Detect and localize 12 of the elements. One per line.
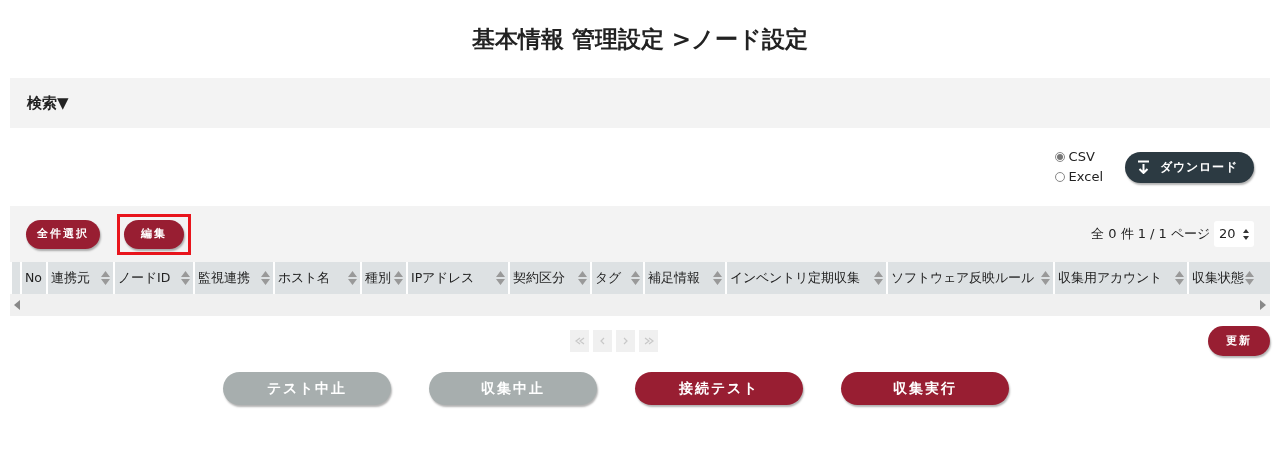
page-size-select[interactable]: 20	[1214, 221, 1254, 247]
search-panel[interactable]: 検索▼	[10, 78, 1270, 128]
toolbar-button[interactable]: 全件選択	[26, 219, 100, 249]
radio-label: Excel	[1068, 168, 1103, 186]
action-button[interactable]: 接続テスト	[635, 372, 803, 405]
download-button[interactable]: ダウンロード	[1125, 151, 1254, 183]
page-title: 基本情報 管理設定 >ノード設定	[470, 25, 810, 54]
action-button[interactable]: 収集実行	[841, 372, 1009, 405]
page-summary: 全 0 件 1 / 1 ページ	[1091, 225, 1210, 244]
radio-label: CSV	[1068, 148, 1095, 166]
toolbar-button[interactable]: 編集	[124, 219, 184, 249]
refresh-button[interactable]: 更新	[1208, 326, 1270, 356]
